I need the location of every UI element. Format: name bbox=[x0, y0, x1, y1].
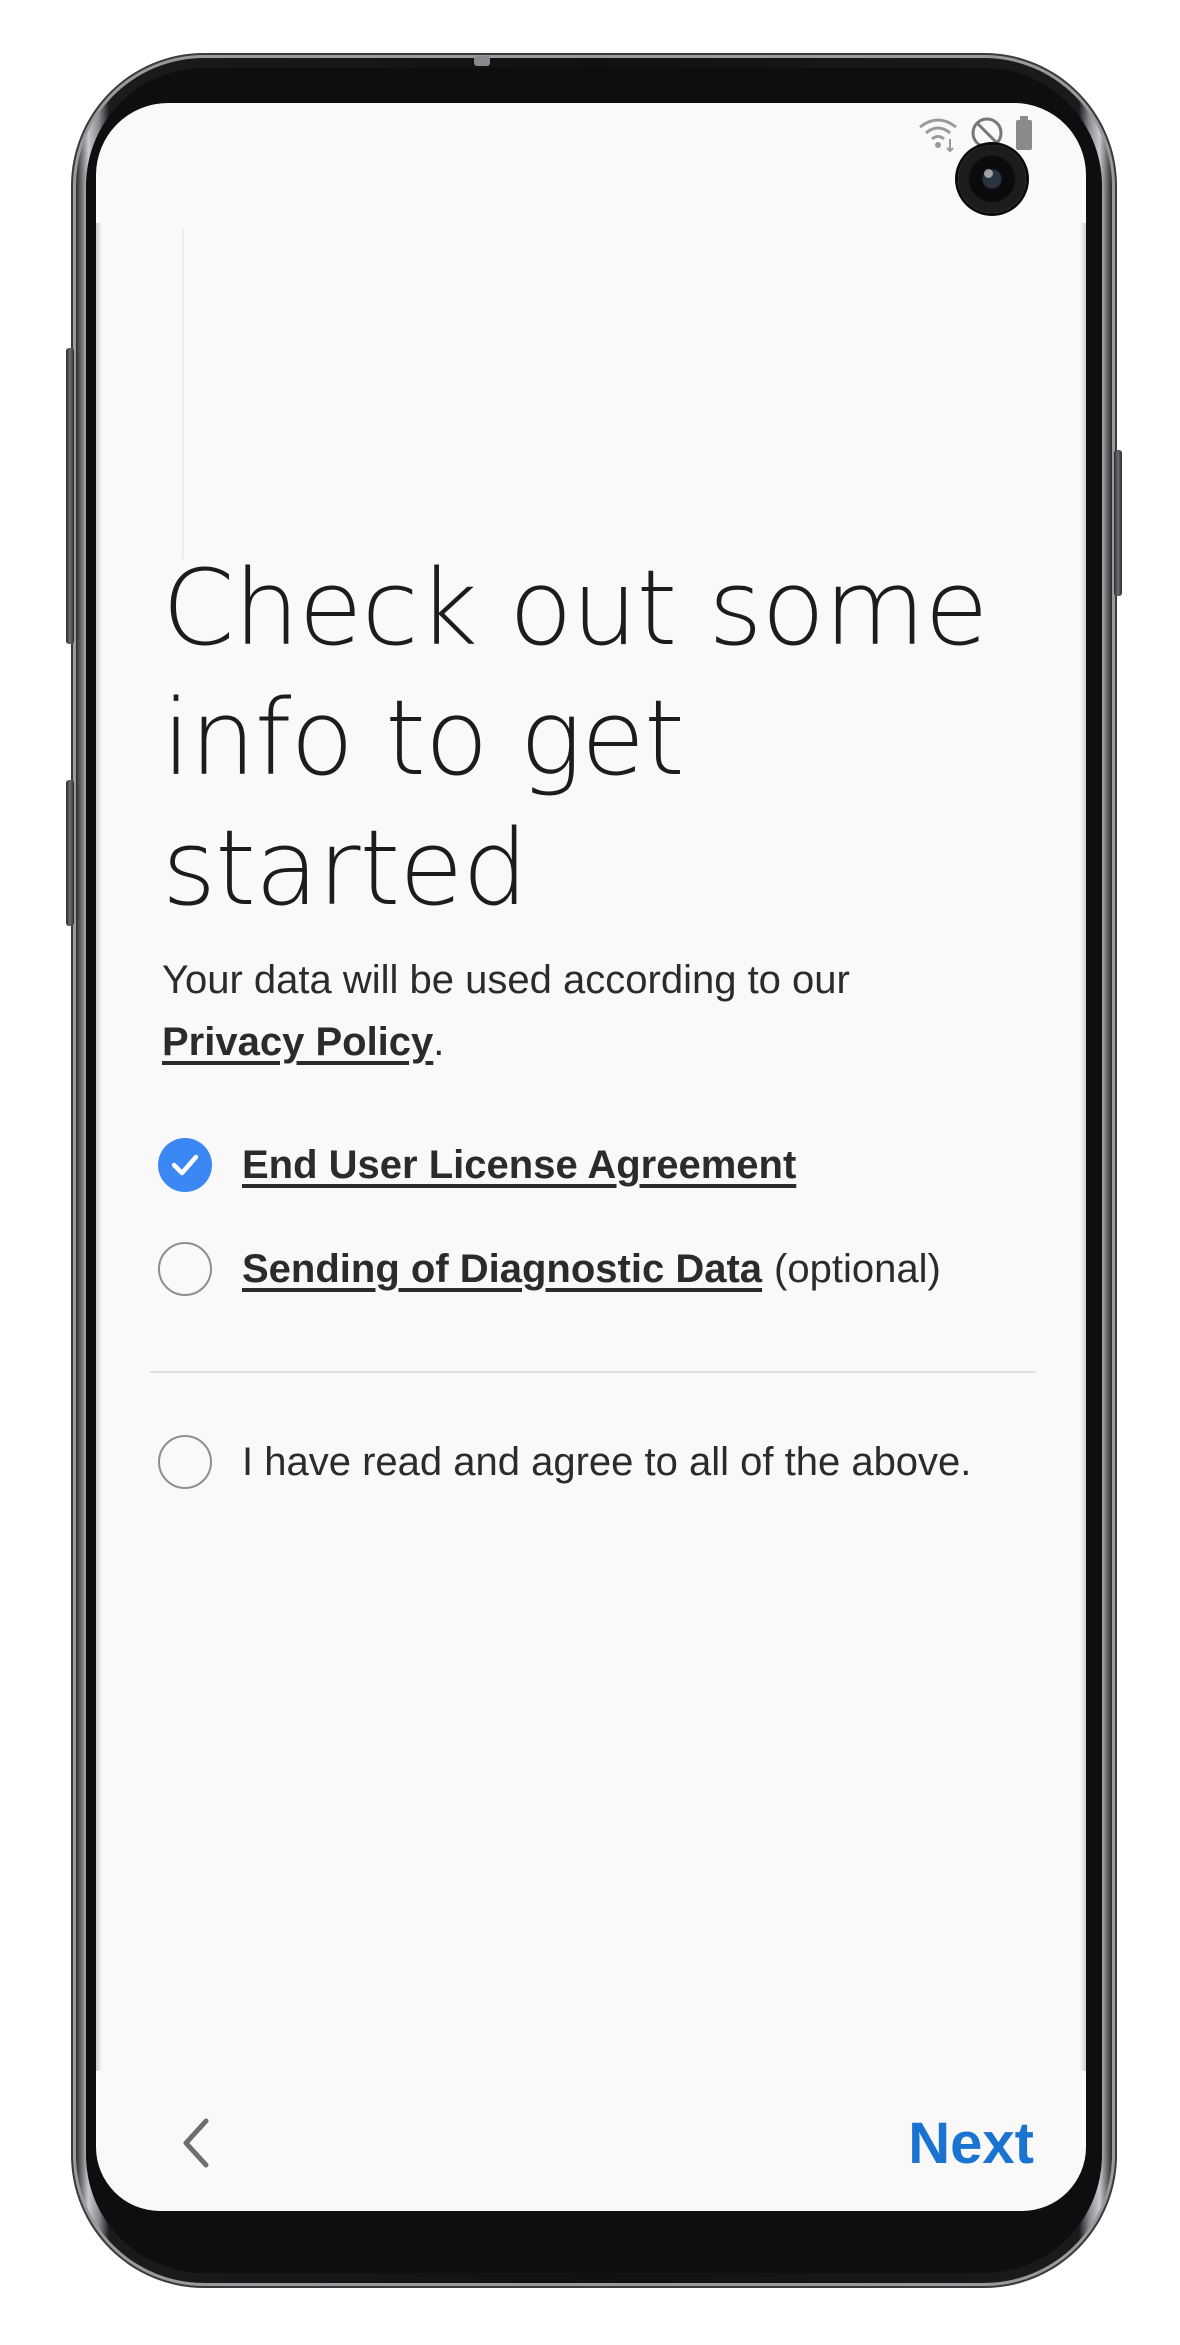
screen-edge bbox=[1080, 223, 1086, 2071]
phone-top-seam bbox=[474, 56, 490, 66]
title-line-2: info to get started bbox=[162, 677, 685, 929]
privacy-policy-link[interactable]: Privacy Policy bbox=[162, 1020, 433, 1064]
device-screen: Check out some info to get started Your … bbox=[96, 103, 1086, 2211]
intro-text: Your data will be used according to our … bbox=[162, 949, 1022, 1073]
agree-all-checkbox[interactable] bbox=[158, 1435, 212, 1489]
diagnostic-data-row[interactable]: Sending of Diagnostic Data (optional) bbox=[158, 1242, 941, 1296]
checkmark-icon bbox=[171, 1154, 199, 1176]
agree-all-label: I have read and agree to all of the abov… bbox=[242, 1439, 972, 1484]
next-button[interactable]: Next bbox=[908, 2104, 1034, 2184]
optional-label: (optional) bbox=[774, 1246, 941, 1291]
wifi-icon bbox=[916, 113, 960, 158]
diagnostic-data-link[interactable]: Sending of Diagnostic Data bbox=[242, 1247, 762, 1292]
agree-all-row[interactable]: I have read and agree to all of the abov… bbox=[158, 1435, 971, 1489]
bixby-button bbox=[66, 780, 74, 926]
page: Check out some info to get started Your … bbox=[0, 0, 1180, 2345]
intro-sentence: Your data will be used according to our bbox=[162, 958, 850, 1002]
battery-icon bbox=[1014, 115, 1034, 156]
eula-checkbox[interactable] bbox=[158, 1138, 212, 1192]
eula-row[interactable]: End User License Agreement bbox=[158, 1138, 796, 1192]
front-camera bbox=[958, 145, 1026, 213]
back-button[interactable] bbox=[166, 2103, 226, 2183]
divider bbox=[150, 1371, 1036, 1373]
page-title: Check out some info to get started bbox=[162, 543, 1042, 933]
power-button bbox=[1114, 450, 1122, 596]
screen-edge bbox=[96, 223, 102, 2071]
title-line-1: Check out some bbox=[162, 547, 988, 669]
volume-button bbox=[66, 348, 74, 644]
chevron-left-icon bbox=[183, 2118, 209, 2168]
decorative-line bbox=[182, 229, 184, 559]
eula-link[interactable]: End User License Agreement bbox=[242, 1143, 796, 1188]
intro-period: . bbox=[433, 1020, 445, 1064]
diagnostic-data-checkbox[interactable] bbox=[158, 1242, 212, 1296]
